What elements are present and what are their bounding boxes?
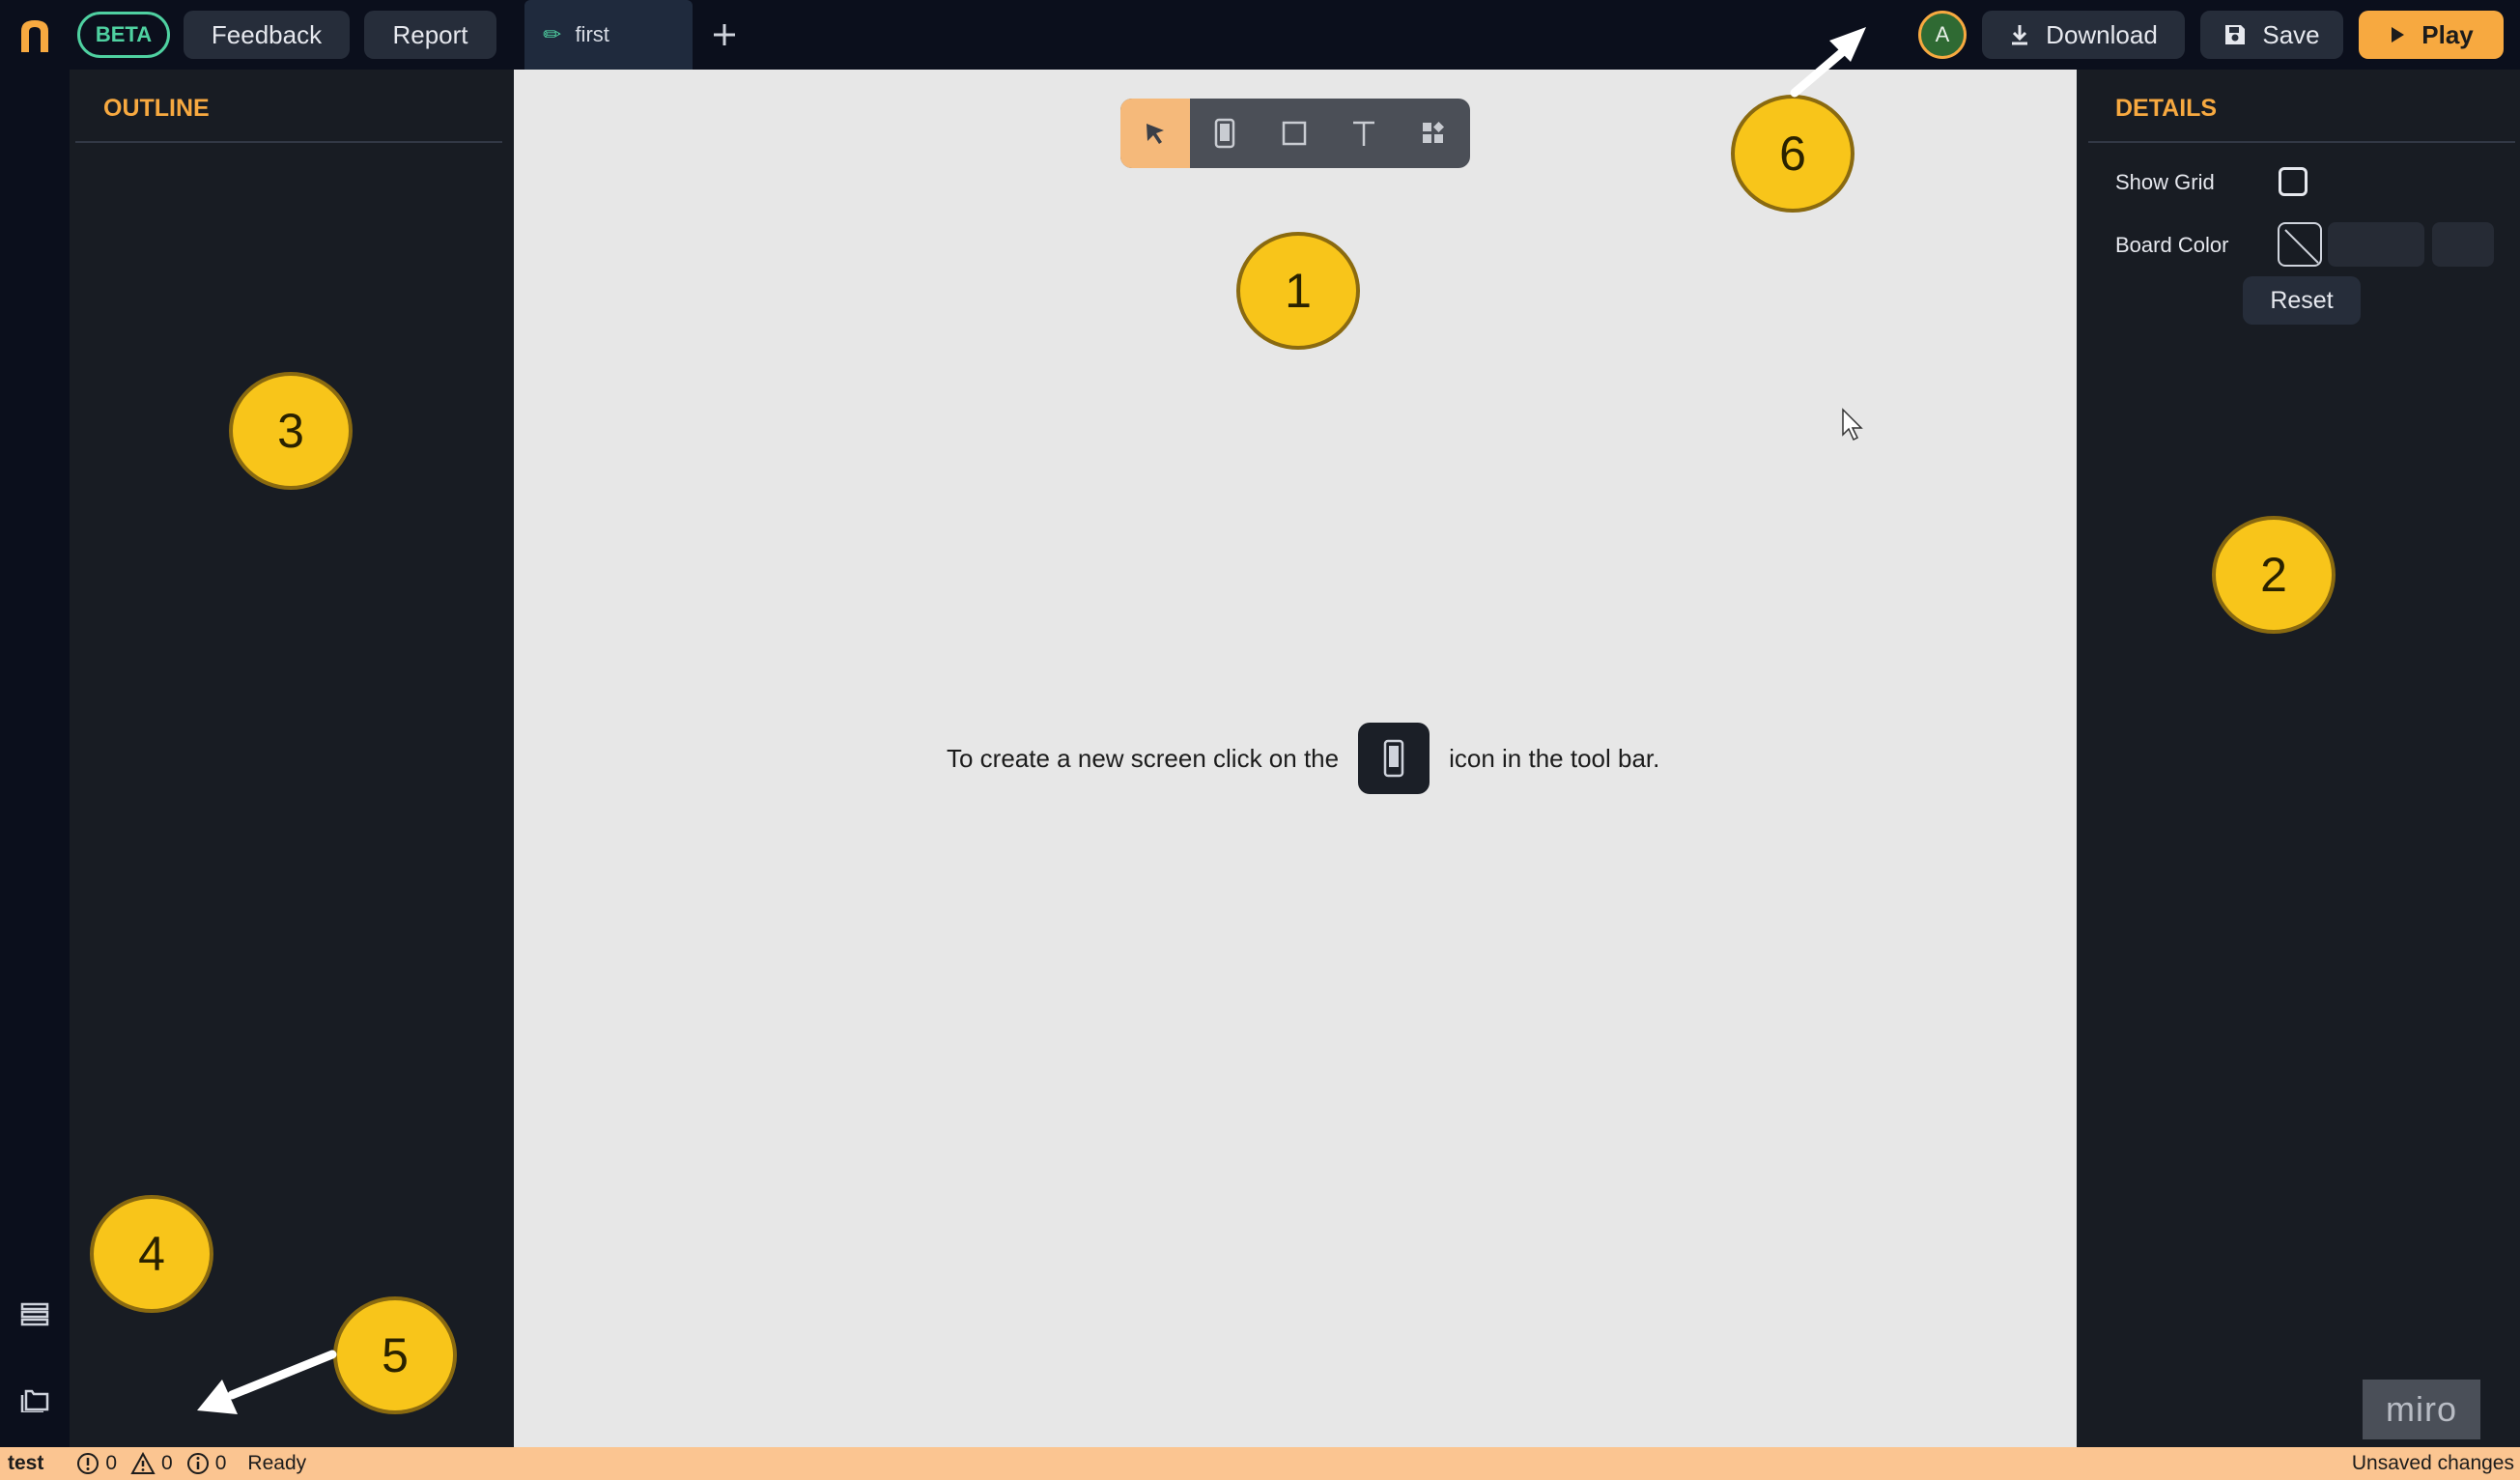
save-status: Unsaved changes	[2351, 1452, 2514, 1474]
warnings-count[interactable]: 0	[130, 1452, 173, 1475]
warning-icon	[130, 1452, 156, 1474]
arrow-marker-5	[197, 1350, 337, 1414]
error-icon	[77, 1453, 99, 1474]
warnings-value: 0	[161, 1452, 173, 1474]
status-bar: test 0 0 0 Ready Unsaved changes	[0, 1447, 2520, 1480]
status-text: Ready	[247, 1452, 307, 1474]
errors-value: 0	[105, 1452, 118, 1474]
infos-value: 0	[214, 1452, 227, 1474]
annotation-arrows	[197, 27, 1866, 1414]
project-name: test	[8, 1452, 44, 1474]
errors-count[interactable]: 0	[76, 1452, 117, 1475]
info-icon	[186, 1453, 209, 1474]
arrow-marker-6	[1790, 27, 1866, 98]
infos-count[interactable]: 0	[186, 1452, 227, 1475]
